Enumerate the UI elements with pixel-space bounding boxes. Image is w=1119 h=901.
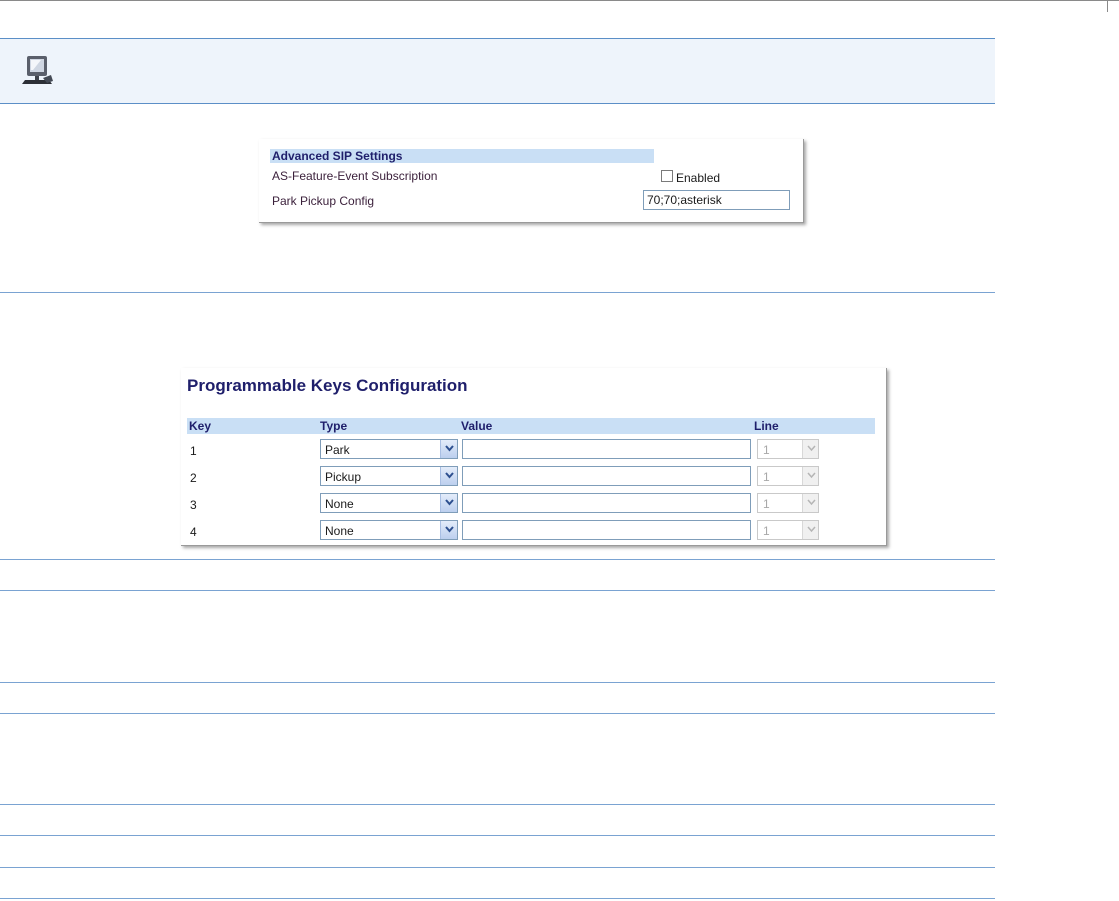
section-heading: Advanced SIP Settings <box>270 149 654 163</box>
chevron-down-icon[interactable] <box>802 467 818 485</box>
park-pickup-label: Park Pickup Config <box>272 194 375 208</box>
rule <box>0 713 995 714</box>
top-border-tick <box>1107 0 1108 12</box>
rule <box>0 835 995 836</box>
column-header-type: Type <box>320 419 348 433</box>
type-select-value: Park <box>325 443 350 457</box>
type-select[interactable]: Pickup <box>320 466 458 486</box>
type-select[interactable]: None <box>320 520 458 540</box>
chevron-down-icon[interactable] <box>440 494 457 512</box>
as-feature-checkbox[interactable] <box>661 170 673 182</box>
chevron-down-icon[interactable] <box>440 521 457 539</box>
type-select-value: Pickup <box>325 470 362 484</box>
type-select[interactable]: None <box>320 493 458 513</box>
header-band <box>0 38 995 104</box>
line-select[interactable]: 1 <box>757 520 819 540</box>
column-header-value: Value <box>461 419 493 433</box>
table-header: Key Type Value Line <box>187 418 875 434</box>
programmable-keys-panel: Programmable Keys Configuration Key Type… <box>181 368 887 546</box>
chevron-down-icon[interactable] <box>440 440 457 458</box>
chevron-down-icon[interactable] <box>802 494 818 512</box>
as-feature-label: AS-Feature-Event Subscription <box>272 169 438 183</box>
key-number: 4 <box>190 525 197 539</box>
key-number: 2 <box>190 471 197 485</box>
top-border <box>0 0 1119 1</box>
rule <box>0 804 995 805</box>
line-select-value: 1 <box>763 470 770 484</box>
line-select-value: 1 <box>763 524 770 538</box>
key-number: 1 <box>190 444 197 458</box>
line-select[interactable]: 1 <box>757 493 819 513</box>
line-select-value: 1 <box>763 497 770 511</box>
rule <box>0 867 995 868</box>
advanced-sip-settings-panel: Advanced SIP Settings AS-Feature-Event S… <box>259 139 804 223</box>
value-input[interactable] <box>462 466 751 486</box>
column-header-key: Key <box>189 419 212 433</box>
type-select-value: None <box>325 497 354 511</box>
computer-icon <box>22 56 53 84</box>
rule <box>0 559 995 560</box>
chevron-down-icon[interactable] <box>802 440 818 458</box>
panel-title: Programmable Keys Configuration <box>187 376 468 395</box>
type-select-value: None <box>325 524 354 538</box>
line-select-value: 1 <box>763 443 770 457</box>
rule <box>0 292 995 293</box>
value-input[interactable] <box>462 439 751 459</box>
type-select[interactable]: Park <box>320 439 458 459</box>
rule <box>0 682 995 683</box>
park-pickup-input[interactable] <box>643 190 790 210</box>
chevron-down-icon[interactable] <box>802 521 818 539</box>
line-select[interactable]: 1 <box>757 439 819 459</box>
rule <box>0 898 995 899</box>
line-select[interactable]: 1 <box>757 466 819 486</box>
value-input[interactable] <box>462 520 751 540</box>
chevron-down-icon[interactable] <box>440 467 457 485</box>
rule <box>0 590 995 591</box>
value-input[interactable] <box>462 493 751 513</box>
column-header-line: Line <box>754 419 779 433</box>
as-feature-checkbox-label: Enabled <box>676 171 721 185</box>
key-number: 3 <box>190 498 197 512</box>
